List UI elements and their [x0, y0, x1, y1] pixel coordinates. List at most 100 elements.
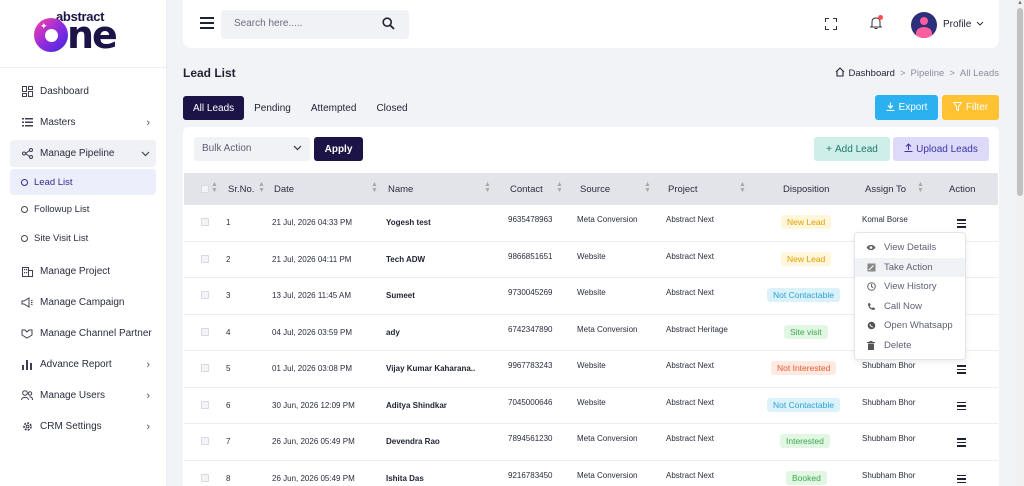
sort-icon[interactable]: ▲ ▼: [371, 181, 378, 194]
row-action-menu-icon[interactable]: [957, 438, 966, 449]
column-header[interactable]: Project: [668, 184, 698, 195]
name-cell[interactable]: Tech ADW: [386, 255, 425, 264]
row-action-menu-icon[interactable]: [957, 219, 966, 230]
row-checkbox[interactable]: [201, 254, 209, 263]
sidebar-subitem-followup-list[interactable]: Followup List: [0, 195, 166, 224]
column-header[interactable]: Sr.No.: [228, 184, 254, 195]
tab-all-leads[interactable]: All Leads: [183, 96, 245, 120]
scroll-up-arrow-icon[interactable]: ▲: [1017, 0, 1023, 6]
column-header[interactable]: Name: [388, 184, 413, 195]
sort-icon[interactable]: ▲ ▼: [484, 181, 491, 194]
row-action-menu-icon[interactable]: [957, 365, 966, 376]
sort-icon[interactable]: ▲ ▼: [258, 181, 265, 194]
sr-no-cell: 7: [226, 437, 231, 446]
table-header: ▲ ▼ Sr.No. ▲ ▼ Date ▲ ▼ Name ▲ ▼ Contact ▲ ▼ …: [184, 173, 998, 205]
sidebar-item-manage-users[interactable]: Manage Users ›: [0, 380, 166, 411]
row-action-menu-icon[interactable]: [957, 474, 966, 486]
menu-item-label: Call Now: [884, 300, 923, 312]
take-action-option[interactable]: Take Action: [855, 257, 965, 277]
tab-closed[interactable]: Closed: [366, 96, 417, 120]
name-cell[interactable]: Yogesh test: [386, 218, 431, 227]
sidebar-item-manage-campaign[interactable]: Manage Campaign: [0, 287, 166, 318]
sort-icon[interactable]: ▲ ▼: [739, 181, 746, 194]
sidebar-subitem-lead-list[interactable]: Lead List: [10, 169, 156, 195]
source-cell: Website: [577, 397, 606, 407]
breadcrumb: Dashboard > Pipeline > All Leads: [835, 67, 999, 80]
column-header[interactable]: Disposition: [783, 184, 829, 195]
tab-pending[interactable]: Pending: [244, 96, 301, 120]
row-checkbox[interactable]: [201, 437, 209, 445]
source-cell: Meta Conversion: [577, 215, 638, 224]
filter-button[interactable]: Filter: [942, 95, 999, 120]
notification-dot: [878, 15, 883, 20]
sort-icon[interactable]: ▲ ▼: [211, 181, 218, 194]
search-input[interactable]: [234, 18, 374, 29]
bar-chart-icon: [21, 359, 33, 371]
row-checkbox[interactable]: [201, 473, 209, 482]
apply-button[interactable]: Apply: [314, 137, 363, 161]
page-scrollbar[interactable]: ▲: [1016, 0, 1024, 486]
date-cell: 04 Jul, 2026 03:59 PM: [272, 327, 353, 337]
breadcrumb-home[interactable]: Dashboard: [835, 67, 895, 80]
column-header[interactable]: Contact: [510, 184, 543, 195]
export-button[interactable]: Export: [875, 95, 938, 120]
sidebar-item-label: Manage Campaign: [40, 297, 125, 308]
disposition-badge: Interested: [780, 434, 830, 448]
sidebar-item-crm-settings[interactable]: CRM Settings ›: [0, 411, 166, 442]
sidebar-item-manage-channel-partner[interactable]: Manage Channel Partner: [0, 318, 166, 349]
project-cell: Abstract Next: [666, 288, 715, 297]
menu-item-label: Delete: [884, 339, 912, 351]
breadcrumb-item[interactable]: Pipeline: [911, 68, 945, 79]
chevron-down-icon[interactable]: [976, 18, 984, 28]
assign-to-cell: Shubham Bhor: [862, 397, 916, 407]
row-checkbox[interactable]: [201, 400, 209, 409]
name-cell[interactable]: Sumeet: [386, 291, 415, 300]
view-history-option[interactable]: View History: [855, 277, 965, 297]
sidebar-item-manage-pipeline[interactable]: Manage Pipeline: [10, 140, 156, 167]
fullscreen-icon[interactable]: [825, 18, 837, 30]
date-cell: 26 Jun, 2026 05:49 PM: [272, 473, 355, 483]
sidebar-item-advance-report[interactable]: Advance Report ›: [0, 349, 166, 380]
select-all-checkbox[interactable]: [201, 185, 209, 193]
add-lead-button[interactable]: + Add Lead: [814, 137, 890, 161]
lead-tabs: All Leads Pending Attempted Closed: [183, 96, 418, 120]
search-icon[interactable]: [382, 17, 395, 33]
column-header[interactable]: Source: [580, 184, 610, 195]
row-checkbox[interactable]: [201, 218, 209, 226]
row-checkbox[interactable]: [201, 291, 209, 299]
tab-attempted[interactable]: Attempted: [301, 96, 367, 120]
sidebar-subitem-site-visit-list[interactable]: Site Visit List: [0, 224, 166, 253]
row-action-menu-icon[interactable]: [957, 401, 966, 413]
view-details-option[interactable]: View Details: [855, 238, 965, 258]
open-whatsapp-option[interactable]: Open Whatsapp: [855, 316, 965, 336]
sidebar: abstract ne ✦ Dashboard Masters › Manage…: [0, 0, 167, 486]
logo[interactable]: abstract ne ✦: [0, 0, 166, 68]
delete-option[interactable]: Delete: [855, 336, 965, 356]
sidebar-subitem-label: Lead List: [34, 176, 73, 188]
sidebar-item-manage-project[interactable]: Manage Project: [0, 256, 166, 287]
name-cell[interactable]: Vijay Kumar Kaharana..: [386, 364, 475, 373]
sort-icon[interactable]: ▲ ▼: [644, 181, 651, 194]
column-header[interactable]: Date: [274, 184, 294, 195]
profile-label[interactable]: Profile: [943, 19, 971, 30]
menu-toggle-icon[interactable]: [200, 17, 214, 32]
name-cell[interactable]: Aditya Shindkar: [386, 401, 447, 410]
column-header[interactable]: Assign To: [865, 184, 906, 195]
row-checkbox[interactable]: [201, 364, 209, 372]
sort-icon[interactable]: ▲ ▼: [917, 181, 924, 194]
sort-icon[interactable]: ▲ ▼: [556, 181, 563, 194]
row-checkbox[interactable]: [201, 327, 209, 336]
source-cell: Website: [577, 361, 606, 370]
bulk-action-select[interactable]: Bulk Action: [194, 137, 310, 161]
scrollbar-thumb[interactable]: [1017, 8, 1023, 196]
upload-leads-button[interactable]: Upload Leads: [893, 137, 989, 161]
call-now-option[interactable]: Call Now: [855, 297, 965, 317]
avatar[interactable]: [911, 12, 937, 38]
sidebar-item-dashboard[interactable]: Dashboard: [0, 76, 166, 107]
sidebar-item-masters[interactable]: Masters ›: [0, 107, 166, 138]
name-cell[interactable]: Devendra Rao: [386, 437, 440, 446]
name-cell[interactable]: Ishita Das: [386, 474, 424, 483]
name-cell[interactable]: ady: [386, 328, 400, 337]
breadcrumb-item[interactable]: Dashboard: [848, 68, 894, 79]
project-cell: Abstract Next: [666, 215, 715, 224]
